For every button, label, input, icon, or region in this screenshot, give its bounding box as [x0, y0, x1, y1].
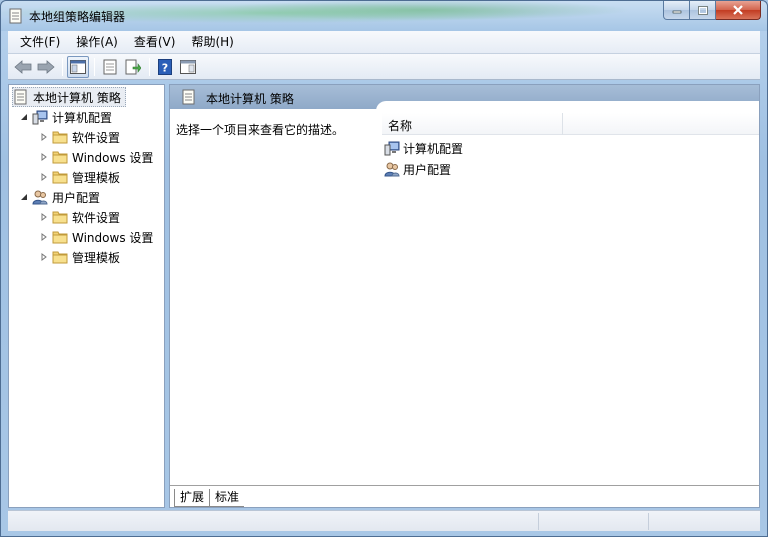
collapsed-arrow-icon[interactable]: [39, 212, 49, 222]
show-action-pane-icon: [180, 59, 196, 74]
tree-item-computer-windows-settings[interactable]: Windows 设置: [39, 147, 153, 167]
description-text: 选择一个项目来查看它的描述。: [176, 123, 345, 137]
expanded-arrow-icon[interactable]: [19, 192, 29, 202]
users-icon: [384, 162, 400, 177]
collapsed-arrow-icon[interactable]: [39, 252, 49, 262]
details-title: 本地计算机 策略: [206, 92, 294, 106]
folder-icon: [52, 231, 68, 244]
export-list-button[interactable]: [122, 56, 144, 78]
back-arrow-icon: [14, 59, 32, 74]
svg-text:?: ?: [162, 61, 168, 74]
computer-icon: [384, 141, 400, 156]
main-window: 本地组策略编辑器 文件(F) 操作(A) 查看(V) 帮助(H) ? 本地计算机…: [0, 0, 768, 537]
list-item-label: 用户配置: [403, 162, 452, 177]
title-bar[interactable]: 本地组策略编辑器: [1, 1, 767, 31]
window-title: 本地组策略编辑器: [29, 10, 126, 24]
properties-icon: [103, 59, 117, 74]
tab-extended[interactable]: 扩展: [174, 489, 211, 507]
tree-item-computer-config[interactable]: 计算机配置: [19, 107, 112, 127]
help-button[interactable]: ?: [154, 56, 176, 78]
folder-icon: [52, 131, 68, 144]
close-icon: [733, 5, 743, 15]
policy-document-icon: [9, 8, 22, 24]
tree-label: 本地计算机 策略: [33, 90, 121, 105]
minimize-button[interactable]: [663, 1, 690, 20]
column-separator[interactable]: [562, 113, 563, 135]
status-bar: [8, 510, 760, 531]
menu-help[interactable]: 帮助(H): [183, 31, 241, 53]
back-button[interactable]: [12, 56, 34, 78]
folder-icon: [52, 171, 68, 184]
details-pane: 本地计算机 策略 选择一个项目来查看它的描述。 名称 计算机配置 用户配置 扩展…: [169, 84, 760, 508]
tree-label: Windows 设置: [72, 230, 154, 245]
collapsed-arrow-icon[interactable]: [39, 172, 49, 182]
forward-arrow-icon: [37, 59, 55, 74]
tree-item-user-software-settings[interactable]: 软件设置: [39, 207, 120, 227]
tree-label: 计算机配置: [52, 110, 113, 125]
status-separator: [538, 513, 539, 530]
menu-action[interactable]: 操作(A): [68, 31, 126, 53]
maximize-button[interactable]: [690, 1, 716, 20]
tree-item-computer-software-settings[interactable]: 软件设置: [39, 127, 120, 147]
list-header: 名称: [382, 113, 759, 135]
description-area: 选择一个项目来查看它的描述。: [170, 109, 382, 485]
menu-view[interactable]: 查看(V): [126, 31, 184, 53]
tree-label: 用户配置: [52, 190, 101, 205]
policy-document-icon: [182, 89, 195, 105]
status-separator: [648, 513, 649, 530]
menu-bar: 文件(F) 操作(A) 查看(V) 帮助(H): [8, 31, 760, 54]
close-button[interactable]: [716, 1, 761, 20]
collapsed-arrow-icon[interactable]: [39, 232, 49, 242]
list-item-label: 计算机配置: [403, 141, 464, 156]
toolbar-separator: [149, 57, 150, 76]
column-header-name[interactable]: 名称: [388, 117, 412, 134]
collapsed-arrow-icon[interactable]: [39, 132, 49, 142]
policy-document-icon: [14, 89, 27, 105]
tree-item-user-admin-templates[interactable]: 管理模板: [39, 247, 120, 267]
tree-item-user-config[interactable]: 用户配置: [19, 187, 100, 207]
list-item-user-config[interactable]: 用户配置: [384, 160, 451, 178]
help-icon: ?: [158, 58, 172, 75]
export-list-icon: [125, 59, 141, 74]
computer-icon: [32, 110, 48, 125]
tab-standard[interactable]: 标准: [210, 489, 245, 507]
tree-label: Windows 设置: [72, 150, 154, 165]
show-hide-tree-button[interactable]: [67, 55, 89, 78]
view-tabs: 扩展 标准: [170, 485, 759, 507]
folder-icon: [52, 211, 68, 224]
tree-pane[interactable]: 本地计算机 策略 计算机配置 软件设置 Windows 设置 管理模板 用户配置…: [8, 84, 165, 508]
collapsed-arrow-icon[interactable]: [39, 152, 49, 162]
item-list[interactable]: 名称 计算机配置 用户配置: [376, 101, 759, 485]
maximize-icon: [697, 5, 708, 15]
tree-root-local-policy[interactable]: 本地计算机 策略: [12, 87, 126, 107]
show-hide-tree-icon: [70, 59, 86, 74]
users-icon: [32, 190, 48, 205]
tree-label: 管理模板: [72, 250, 121, 265]
tree-label: 管理模板: [72, 170, 121, 185]
folder-icon: [52, 251, 68, 264]
tree-label: 软件设置: [72, 210, 121, 225]
properties-button[interactable]: [99, 56, 121, 78]
list-item-computer-config[interactable]: 计算机配置: [384, 139, 463, 157]
caption-buttons: [663, 1, 761, 20]
toolbar: ?: [8, 54, 760, 80]
folder-icon: [52, 151, 68, 164]
menu-file[interactable]: 文件(F): [12, 31, 68, 53]
tree-item-computer-admin-templates[interactable]: 管理模板: [39, 167, 120, 187]
forward-button[interactable]: [35, 56, 57, 78]
minimize-icon: [672, 10, 681, 14]
tree-item-user-windows-settings[interactable]: Windows 设置: [39, 227, 153, 247]
tree-label: 软件设置: [72, 130, 121, 145]
toolbar-separator: [62, 57, 63, 76]
show-action-pane-button[interactable]: [177, 56, 199, 78]
toolbar-separator: [94, 57, 95, 76]
expanded-arrow-icon[interactable]: [19, 112, 29, 122]
